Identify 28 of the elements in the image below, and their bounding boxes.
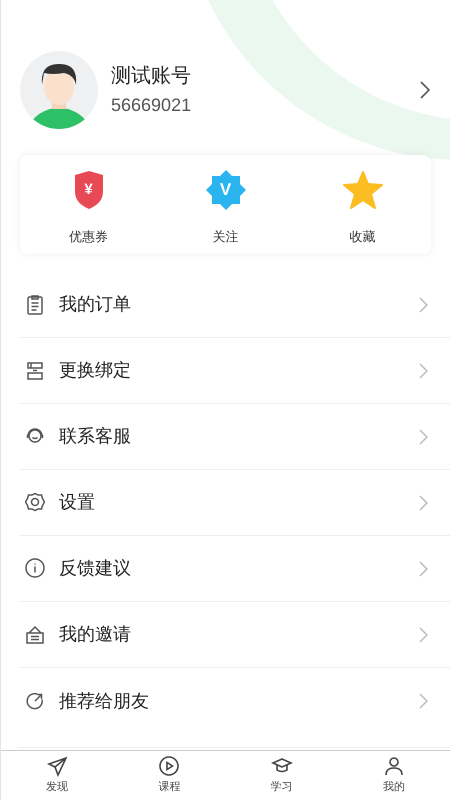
person-icon	[382, 755, 405, 778]
star-icon[interactable]	[342, 170, 382, 210]
tab[interactable]: 发现	[1, 751, 114, 800]
tab[interactable]: 课程	[113, 751, 226, 800]
clipboard-icon	[25, 294, 45, 315]
paper-plane-icon	[46, 755, 68, 778]
shortcut-label[interactable]: 关注	[212, 227, 238, 246]
menu-item[interactable]: 反馈建议	[59, 555, 419, 582]
play-circle-icon	[158, 755, 180, 778]
shortcut-label[interactable]: 收藏	[350, 227, 376, 246]
shield-icon[interactable]: ¥	[72, 170, 104, 210]
user-name: 测试账号	[111, 64, 192, 89]
tab[interactable]: 学习	[226, 751, 338, 800]
shortcut-label[interactable]: 优惠券	[69, 227, 108, 246]
share-icon	[25, 690, 45, 712]
yuan-glyph: ¥	[84, 180, 93, 200]
v-glyph: V	[220, 179, 232, 202]
settings-icon	[25, 492, 45, 513]
tab[interactable]: 我的	[338, 751, 450, 800]
menu-item[interactable]: 我的邀请	[59, 621, 419, 648]
info-icon	[25, 558, 45, 579]
menu-item[interactable]: 更换绑定	[59, 357, 419, 384]
account-id: 56669021	[111, 94, 192, 117]
chevron-right-icon[interactable]	[420, 81, 430, 99]
menu-item[interactable]: 推荐给朋友	[59, 688, 419, 714]
menu-item[interactable]: 联系客服	[59, 423, 419, 450]
menu-item[interactable]: 我的订单	[59, 291, 419, 318]
menu-item[interactable]: 设置	[59, 489, 419, 516]
